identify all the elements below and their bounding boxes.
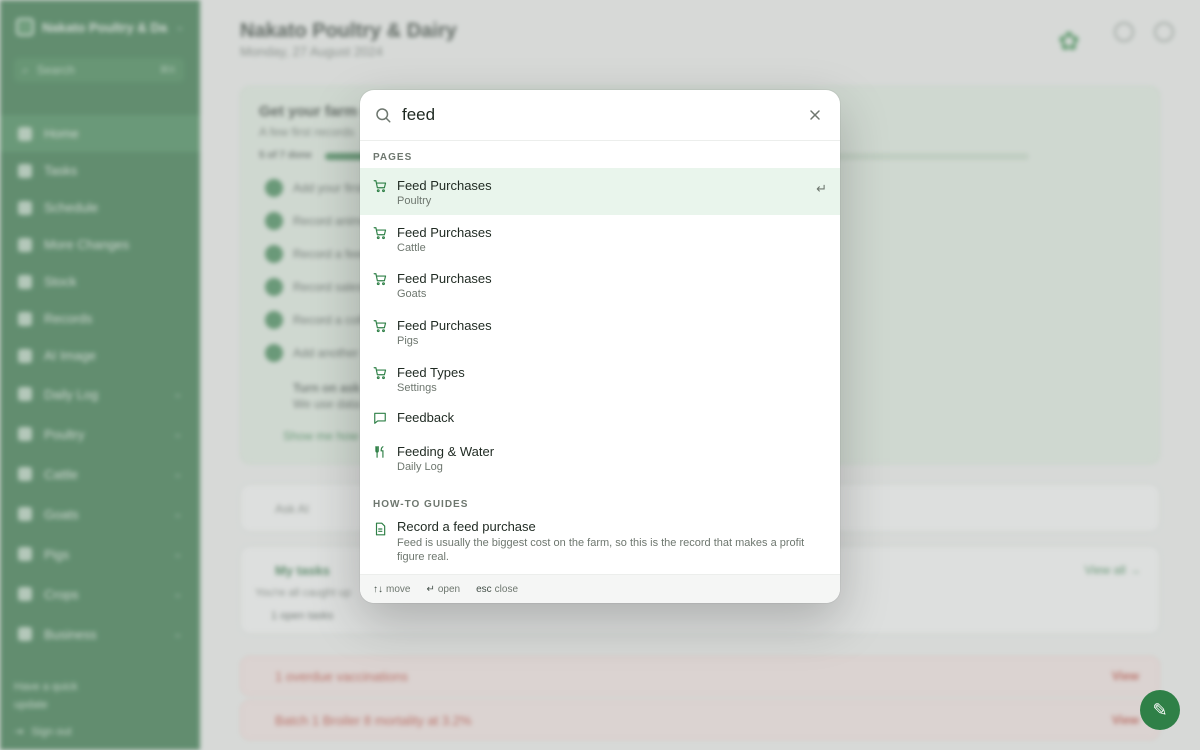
esc-key: esc: [476, 583, 492, 595]
result-subtitle: Poultry: [397, 195, 432, 207]
palette-search-input[interactable]: [402, 105, 804, 125]
enter-icon: ↵: [426, 583, 435, 595]
result-item[interactable]: Feed Purchases Cattle: [360, 215, 840, 262]
utensils-icon: [375, 446, 384, 459]
result-title: Feed Purchases: [397, 318, 492, 334]
command-palette: PAGES Feed Purchases Poultry ↵ Feed Purc…: [360, 90, 840, 603]
guide-title: Record a feed purchase: [397, 519, 536, 535]
hint-move: ↑↓ move: [373, 584, 410, 595]
result-item[interactable]: Feed Purchases Poultry ↵: [360, 168, 840, 215]
palette-footer: ↑↓ move ↵ open esc close: [360, 574, 840, 603]
result-item[interactable]: Feed Types Settings: [360, 355, 840, 402]
pencil-icon: ✎: [1152, 699, 1168, 720]
hint-label: close: [494, 583, 519, 595]
cart-icon: [373, 320, 387, 333]
cart-icon: [373, 180, 387, 193]
hint-open: ↵ open: [426, 584, 460, 595]
search-icon: [376, 108, 391, 123]
hint-label: move: [386, 583, 411, 595]
quick-add-button[interactable]: ✎: [1140, 690, 1180, 730]
result-item[interactable]: Feed Purchases Pigs: [360, 308, 840, 355]
cart-icon: [373, 366, 387, 379]
result-subtitle: Settings: [397, 381, 437, 394]
message-icon: [374, 413, 386, 425]
result-title: Feeding & Water: [397, 444, 495, 460]
result-title: Feed Purchases: [397, 271, 492, 287]
result-subtitle: Pigs: [397, 335, 419, 348]
result-title: Feed Purchases: [397, 224, 492, 240]
guide-description: Feed is usually the biggest cost on the …: [397, 537, 805, 564]
result-item[interactable]: Feed Purchases Goats: [360, 261, 840, 308]
result-item[interactable]: Feeding & Water Daily Log: [360, 434, 840, 481]
section-header-guides: HOW-TO GUIDES: [373, 499, 469, 511]
cart-icon: [373, 226, 387, 239]
result-title: Feed Types: [397, 364, 465, 380]
arrows-icon: ↑↓: [373, 583, 383, 595]
hint-label: open: [437, 583, 461, 595]
cart-icon: [373, 273, 387, 286]
result-title: Feed Purchases: [397, 178, 492, 193]
enter-icon: ↵: [816, 181, 827, 196]
palette-search-bar: [360, 90, 840, 141]
guide-item[interactable]: Record a feed purchase Feed is usually t…: [360, 515, 840, 569]
result-title: Feedback: [397, 410, 455, 426]
result-subtitle: Daily Log: [397, 461, 443, 474]
result-subtitle: Goats: [397, 288, 427, 301]
hint-close: esc close: [476, 584, 518, 595]
result-subtitle: Cattle: [397, 241, 426, 254]
close-icon: [810, 110, 820, 120]
result-item[interactable]: Feedback: [360, 401, 840, 434]
document-icon: [375, 522, 386, 536]
clear-search-button[interactable]: [804, 104, 826, 126]
section-header-pages: PAGES: [373, 152, 413, 163]
